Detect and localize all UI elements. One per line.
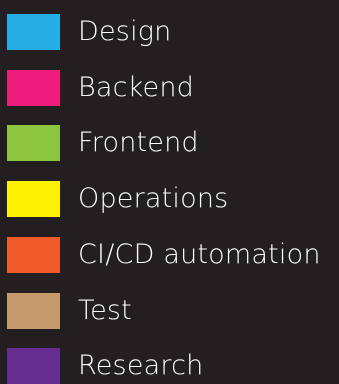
legend-label-operations: Operations bbox=[78, 183, 229, 214]
legend-item-test: Test bbox=[0, 293, 339, 329]
color-swatch-cicd-automation bbox=[7, 237, 60, 273]
legend-item-cicd-automation: CI/CD automation bbox=[0, 237, 339, 273]
legend-item-research: Research bbox=[0, 348, 339, 384]
color-swatch-operations bbox=[7, 181, 60, 217]
legend-item-frontend: Frontend bbox=[0, 125, 339, 161]
legend-label-test: Test bbox=[78, 295, 132, 326]
color-swatch-frontend bbox=[7, 125, 60, 161]
color-swatch-research bbox=[7, 348, 60, 384]
color-swatch-design bbox=[7, 14, 60, 50]
legend-item-operations: Operations bbox=[0, 181, 339, 217]
legend-item-backend: Backend bbox=[0, 70, 339, 106]
color-swatch-test bbox=[7, 293, 60, 329]
legend-label-research: Research bbox=[78, 350, 204, 381]
legend: Design Backend Frontend Operations CI/CD… bbox=[0, 0, 339, 384]
legend-item-design: Design bbox=[0, 14, 339, 50]
legend-label-cicd-automation: CI/CD automation bbox=[78, 239, 321, 270]
legend-label-frontend: Frontend bbox=[78, 127, 199, 158]
legend-label-backend: Backend bbox=[78, 72, 195, 103]
legend-label-design: Design bbox=[78, 16, 172, 47]
color-swatch-backend bbox=[7, 70, 60, 106]
